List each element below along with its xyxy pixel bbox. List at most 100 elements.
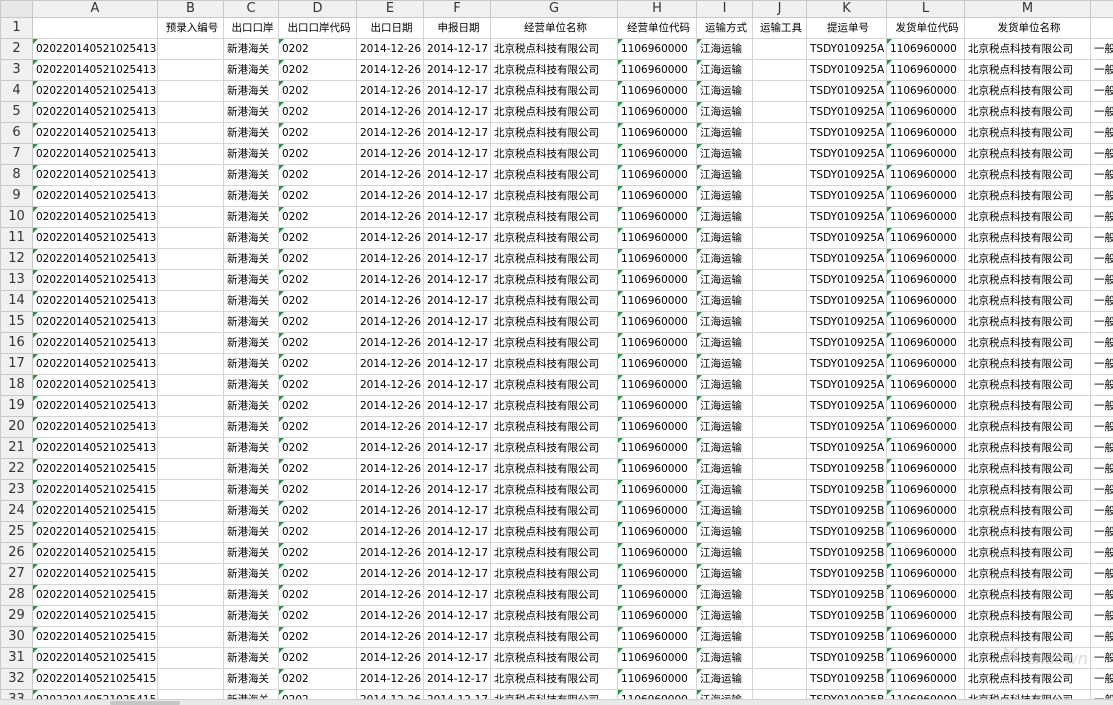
cell-h[interactable]: 1106960000	[617, 458, 697, 480]
cell-g[interactable]: 北京税点科技有限公司	[490, 521, 618, 543]
cell-e[interactable]: 2014-12-26	[356, 605, 424, 627]
cell-b[interactable]	[157, 395, 224, 417]
cell-partial[interactable]: 一般	[1090, 38, 1113, 60]
cell-l[interactable]: 1106960000	[886, 332, 965, 354]
cell-g[interactable]: 北京税点科技有限公司	[490, 542, 618, 564]
cell-j[interactable]	[752, 647, 807, 669]
cell-c[interactable]: 新港海关	[223, 185, 279, 207]
cell-c[interactable]: 新港海关	[223, 164, 279, 186]
cell-i[interactable]: 江海运输	[696, 563, 753, 585]
cell-g[interactable]: 北京税点科技有限公司	[490, 248, 618, 270]
cell-l[interactable]: 1106960000	[886, 164, 965, 186]
cell-j[interactable]	[752, 164, 807, 186]
cell-c[interactable]: 新港海关	[223, 269, 279, 291]
cell-j[interactable]	[752, 584, 807, 606]
cell-j[interactable]	[752, 605, 807, 627]
cell-h[interactable]: 1106960000	[617, 563, 697, 585]
cell-h[interactable]: 1106960000	[617, 248, 697, 270]
row-header[interactable]: 22	[0, 458, 33, 480]
cell-c[interactable]: 新港海关	[223, 500, 279, 522]
field-header-cell[interactable]	[1090, 17, 1113, 39]
cell-g[interactable]: 北京税点科技有限公司	[490, 101, 618, 123]
cell-g[interactable]: 北京税点科技有限公司	[490, 647, 618, 669]
cell-a[interactable]: 020220140521025413	[32, 416, 158, 438]
cell-a[interactable]: 020220140521025415	[32, 542, 158, 564]
row-header[interactable]: 24	[0, 500, 33, 522]
cell-d[interactable]: 0202	[278, 311, 357, 333]
cell-g[interactable]: 北京税点科技有限公司	[490, 353, 618, 375]
cell-i[interactable]: 江海运输	[696, 248, 753, 270]
cell-c[interactable]: 新港海关	[223, 311, 279, 333]
cell-a[interactable]: 020220140521025415	[32, 521, 158, 543]
cell-d[interactable]: 0202	[278, 605, 357, 627]
cell-e[interactable]: 2014-12-26	[356, 458, 424, 480]
column-header-m[interactable]: M	[964, 0, 1091, 18]
cell-l[interactable]: 1106960000	[886, 248, 965, 270]
cell-k[interactable]: TSDY010925A	[806, 353, 887, 375]
cell-k[interactable]: TSDY010925A	[806, 269, 887, 291]
column-header-l[interactable]: L	[886, 0, 965, 18]
cell-partial[interactable]: 一般	[1090, 500, 1113, 522]
cell-k[interactable]: TSDY010925A	[806, 395, 887, 417]
cell-i[interactable]: 江海运输	[696, 101, 753, 123]
cell-b[interactable]	[157, 563, 224, 585]
cell-l[interactable]: 1106960000	[886, 626, 965, 648]
cell-m[interactable]: 北京税点科技有限公司	[964, 626, 1091, 648]
cell-k[interactable]: TSDY010925B	[806, 542, 887, 564]
cell-partial[interactable]: 一般	[1090, 353, 1113, 375]
cell-i[interactable]: 江海运输	[696, 227, 753, 249]
cell-a[interactable]: 020220140521025413	[32, 353, 158, 375]
cell-k[interactable]: TSDY010925A	[806, 416, 887, 438]
cell-l[interactable]: 1106960000	[886, 563, 965, 585]
cell-d[interactable]: 0202	[278, 80, 357, 102]
cell-h[interactable]: 1106960000	[617, 164, 697, 186]
cell-f[interactable]: 2014-12-17	[423, 584, 491, 606]
cell-partial[interactable]: 一般	[1090, 479, 1113, 501]
cell-d[interactable]: 0202	[278, 185, 357, 207]
row-header[interactable]: 31	[0, 647, 33, 669]
cell-g[interactable]: 北京税点科技有限公司	[490, 605, 618, 627]
row-header[interactable]: 15	[0, 311, 33, 333]
cell-j[interactable]	[752, 500, 807, 522]
cell-h[interactable]: 1106960000	[617, 479, 697, 501]
cell-i[interactable]: 江海运输	[696, 458, 753, 480]
cell-c[interactable]: 新港海关	[223, 647, 279, 669]
cell-e[interactable]: 2014-12-26	[356, 521, 424, 543]
cell-partial[interactable]: 一般	[1090, 269, 1113, 291]
cell-l[interactable]: 1106960000	[886, 605, 965, 627]
cell-h[interactable]: 1106960000	[617, 185, 697, 207]
cell-h[interactable]: 1106960000	[617, 395, 697, 417]
cell-f[interactable]: 2014-12-17	[423, 416, 491, 438]
cell-e[interactable]: 2014-12-26	[356, 500, 424, 522]
cell-f[interactable]: 2014-12-17	[423, 668, 491, 690]
cell-partial[interactable]: 一般	[1090, 542, 1113, 564]
cell-a[interactable]: 020220140521025413	[32, 269, 158, 291]
column-header-k[interactable]: K	[806, 0, 887, 18]
cell-b[interactable]	[157, 584, 224, 606]
cell-e[interactable]: 2014-12-26	[356, 479, 424, 501]
cell-k[interactable]: TSDY010925A	[806, 122, 887, 144]
cell-h[interactable]: 1106960000	[617, 647, 697, 669]
cell-f[interactable]: 2014-12-17	[423, 374, 491, 396]
cell-a[interactable]: 020220140521025415	[32, 668, 158, 690]
cell-c[interactable]: 新港海关	[223, 206, 279, 228]
cell-j[interactable]	[752, 416, 807, 438]
cell-e[interactable]: 2014-12-26	[356, 332, 424, 354]
cell-h[interactable]: 1106960000	[617, 206, 697, 228]
cell-j[interactable]	[752, 122, 807, 144]
cell-g[interactable]: 北京税点科技有限公司	[490, 122, 618, 144]
cell-j[interactable]	[752, 332, 807, 354]
cell-e[interactable]: 2014-12-26	[356, 311, 424, 333]
cell-partial[interactable]: 一般	[1090, 227, 1113, 249]
cell-a[interactable]: 020220140521025413	[32, 59, 158, 81]
field-header-cell[interactable]: 经营单位名称	[490, 17, 618, 39]
cell-l[interactable]: 1106960000	[886, 38, 965, 60]
cell-c[interactable]: 新港海关	[223, 101, 279, 123]
cell-partial[interactable]: 一般	[1090, 584, 1113, 606]
cell-l[interactable]: 1106960000	[886, 101, 965, 123]
cell-b[interactable]	[157, 332, 224, 354]
cell-l[interactable]: 1106960000	[886, 353, 965, 375]
cell-e[interactable]: 2014-12-26	[356, 290, 424, 312]
cell-k[interactable]: TSDY010925A	[806, 437, 887, 459]
cell-b[interactable]	[157, 668, 224, 690]
